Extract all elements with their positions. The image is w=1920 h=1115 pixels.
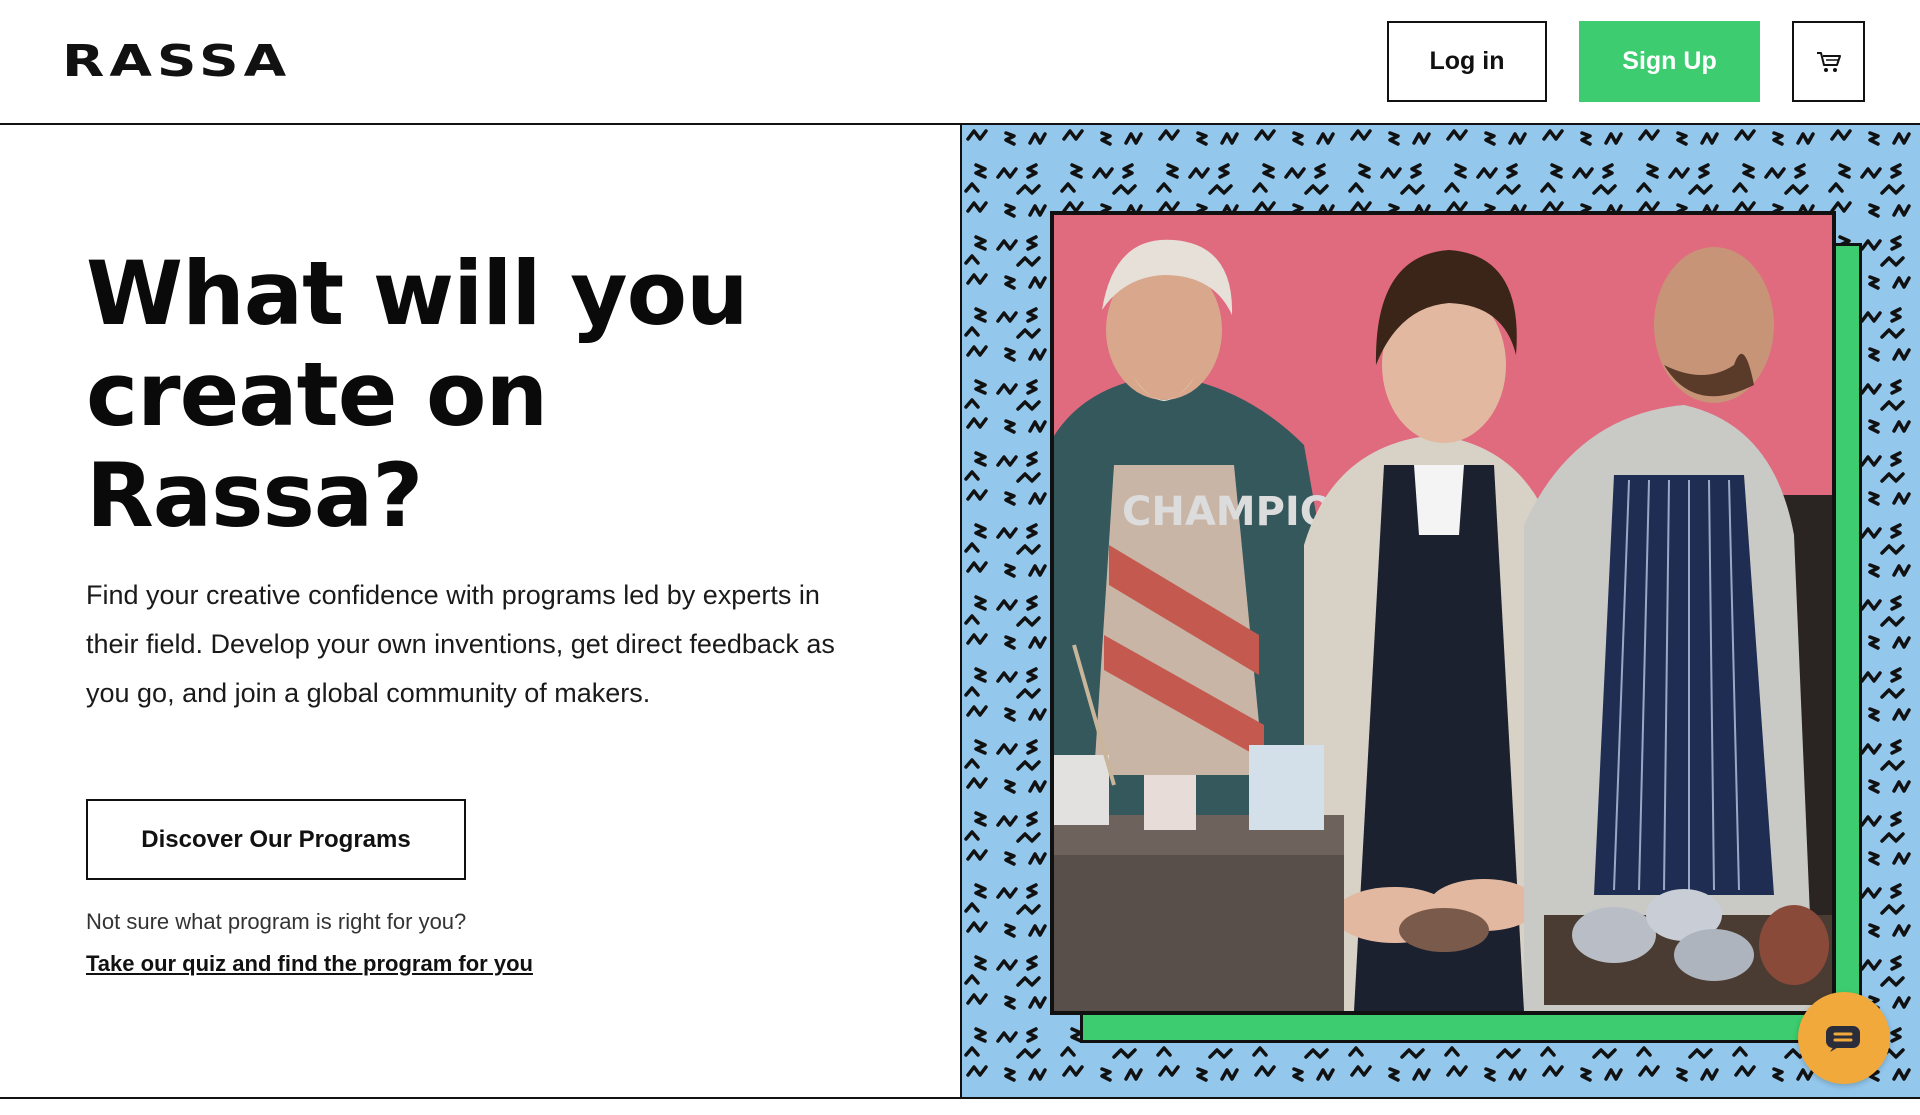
hero-description: Find your creative confidence with progr… <box>86 580 835 708</box>
chat-icon <box>1826 1026 1860 1052</box>
login-button[interactable]: Log in <box>1387 21 1547 102</box>
hero-title: What will you create on Rassa? <box>86 243 846 546</box>
makers-illustration: CHAMPION <box>1054 215 1832 1011</box>
hero-title-line: What will you <box>86 242 749 345</box>
chat-launcher[interactable] <box>1798 992 1890 1084</box>
quiz-hint-text: Not sure what program is right for you? <box>86 909 467 934</box>
signup-button[interactable]: Sign Up <box>1579 21 1760 102</box>
cart-icon <box>1816 51 1841 72</box>
hero-photo: CHAMPION <box>1050 211 1836 1015</box>
site-header: RASSA Log in Sign Up <box>0 0 1920 125</box>
hero-text-section: What will you create on Rassa? Find your… <box>0 125 960 1097</box>
hero-title-line: Rassa? <box>86 444 423 547</box>
discover-programs-button[interactable]: Discover Our Programs <box>86 799 466 880</box>
cart-button[interactable] <box>1792 21 1865 102</box>
section-divider <box>0 1097 1920 1099</box>
hero-image-section: CHAMPION <box>960 125 1920 1097</box>
quiz-link[interactable]: Take our quiz and find the program for y… <box>86 951 533 977</box>
rassa-logo[interactable]: RASSA <box>62 36 291 87</box>
hero-title-line: create on <box>86 343 548 446</box>
